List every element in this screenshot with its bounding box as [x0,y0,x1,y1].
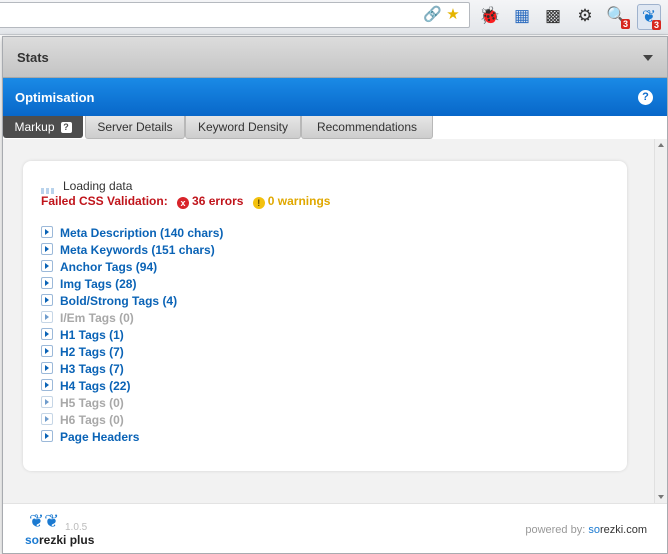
expand-arrow-icon[interactable] [41,430,53,442]
validation-label: Failed CSS Validation: [41,194,168,208]
expand-arrow-icon[interactable] [41,226,53,238]
expand-arrow-icon[interactable] [41,396,53,408]
scrollbar[interactable] [654,139,667,503]
list-item-label: H2 Tags (7) [60,345,124,359]
brand-name: sorezki plus [25,533,95,547]
tab-label: Markup [14,120,55,134]
list-item[interactable]: Meta Keywords (151 chars) [41,242,223,259]
tab-label: Recommendations [316,120,418,134]
expand-arrow-icon[interactable] [41,260,53,272]
tab-markup[interactable]: Markup? [3,116,83,138]
tab-label: Server Details [97,120,173,134]
list-item[interactable]: Meta Description (140 chars) [41,225,223,242]
address-bar[interactable]: 🔗 ★ [0,2,470,28]
list-item-label: Bold/Strong Tags (4) [60,294,178,308]
loading-text: Loading data [63,179,133,193]
wrench-icon[interactable]: ⚙ [573,4,597,28]
list-item-label: H4 Tags (22) [60,379,131,393]
powered-prefix: powered by: [525,524,589,536]
expand-arrow-icon[interactable] [41,413,53,425]
list-item-label: Img Tags (28) [60,277,137,291]
help-icon[interactable]: ? [638,90,653,105]
bug-icon[interactable]: 🐞 [478,4,502,28]
sorezki-popup: Stats Optimisation ? Markup? Server Deta… [2,36,668,554]
stats-section-header[interactable]: Stats [3,37,667,78]
expand-arrow-icon[interactable] [41,294,53,306]
tab-server-details[interactable]: Server Details [85,116,185,139]
scroll-down-icon[interactable] [658,495,664,499]
search-extension-icon[interactable]: 🔍 3 [605,4,630,29]
list-item-label: H6 Tags (0) [60,413,124,427]
list-item[interactable]: Bold/Strong Tags (4) [41,293,223,310]
list-item[interactable]: H5 Tags (0) [41,395,223,412]
warning-count[interactable]: 0 warnings [268,194,331,208]
footer: ❦❦ 1.0.5 sorezki plus powered by: sorezk… [3,503,667,553]
star-icon[interactable]: ★ [445,7,461,23]
list-item-label: H5 Tags (0) [60,396,124,410]
expand-arrow-icon[interactable] [41,328,53,340]
list-item[interactable]: H2 Tags (7) [41,344,223,361]
css-validation: Failed CSS Validation: x 36 errors ! 0 war… [41,194,330,209]
tab-bar: Markup? Server Details Keyword Density R… [3,116,667,139]
expand-arrow-icon[interactable] [41,379,53,391]
list-item-label: Meta Keywords (151 chars) [60,243,215,257]
list-item-label: I/Em Tags (0) [60,311,134,325]
powered-by-link[interactable]: powered by: sorezki.com [525,524,647,536]
list-item[interactable]: H1 Tags (1) [41,327,223,344]
expand-arrow-icon[interactable] [41,243,53,255]
optimisation-section-header[interactable]: Optimisation ? [3,78,667,116]
markup-list: Meta Description (140 chars) Meta Keyword… [41,225,223,446]
evernote-icon[interactable]: ▩ [541,4,565,28]
tab-keyword-density[interactable]: Keyword Density [185,116,301,139]
optimisation-title: Optimisation [15,90,95,105]
sorezki-icon[interactable]: ❦ 3 [637,4,661,30]
list-item[interactable]: H4 Tags (22) [41,378,223,395]
scroll-up-icon[interactable] [658,143,664,147]
list-item[interactable]: I/Em Tags (0) [41,310,223,327]
sorezki-badge: 3 [651,20,661,30]
content-area: Loading data Failed CSS Validation: x 36 … [3,139,655,503]
tab-label: Keyword Density [197,120,289,134]
tab-recommendations[interactable]: Recommendations [301,116,433,139]
list-item-label: Anchor Tags (94) [60,260,158,274]
search-badge: 3 [620,19,630,29]
help-icon[interactable]: ? [60,122,72,134]
version: 1.0.5 [65,522,88,533]
butterfly-icon: ❦❦ [29,511,60,531]
error-icon: x [177,197,190,209]
link-icon[interactable]: 🔗 [423,7,442,23]
list-item[interactable]: H3 Tags (7) [41,361,223,378]
loading-spinner-icon [41,183,57,194]
extension-icon[interactable]: ▦ [510,4,534,28]
browser-toolbar: 🔗 ★ 🐞 ▦ ▩ ⚙ 🔍 3 ❦ 3 [0,0,668,35]
list-item-label: H1 Tags (1) [60,328,124,342]
list-item-label: H3 Tags (7) [60,362,124,376]
markup-card: Loading data Failed CSS Validation: x 36 … [23,161,627,471]
list-item[interactable]: H6 Tags (0) [41,412,223,429]
expand-arrow-icon[interactable] [41,362,53,374]
list-item[interactable]: Img Tags (28) [41,276,223,293]
expand-arrow-icon[interactable] [41,311,53,323]
list-item-label: Meta Description (140 chars) [60,226,224,240]
stats-title: Stats [17,50,49,65]
list-item-label: Page Headers [60,430,140,444]
error-count[interactable]: 36 errors [192,194,243,208]
loading-status: Loading data [41,179,133,194]
list-item[interactable]: Page Headers [41,429,223,446]
expand-arrow-icon[interactable] [41,277,53,289]
chevron-down-icon[interactable] [643,55,653,61]
warning-icon: ! [252,197,265,209]
list-item[interactable]: Anchor Tags (94) [41,259,223,276]
expand-arrow-icon[interactable] [41,345,53,357]
